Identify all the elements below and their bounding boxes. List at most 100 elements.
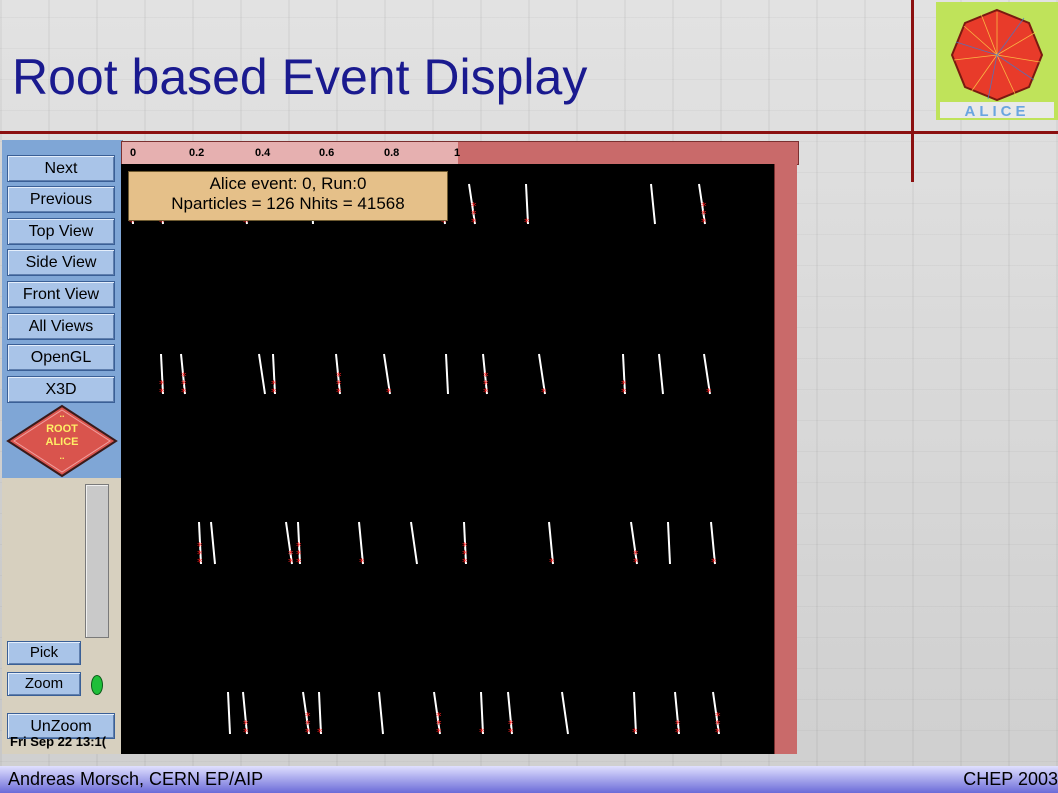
hit-marker: * [271, 378, 277, 391]
particle-track [410, 521, 418, 565]
ruler-tick-0-8: 0.8 [384, 147, 400, 159]
particle-track: *** [433, 691, 442, 739]
ruler-tick-0: 0 [130, 147, 137, 159]
ruler-tick-0-6: 0.6 [319, 147, 335, 159]
ruler-scale-area: 0 0.2 0.4 0.6 0.8 1 [122, 142, 461, 164]
pick-button[interactable]: Pick [7, 641, 81, 665]
ruler-tick-0-2: 0.2 [189, 147, 205, 159]
particle-track: *** [197, 521, 203, 569]
particle-track [258, 353, 266, 395]
particle-track: *** [296, 521, 302, 569]
root-logo-dots-bottom: .. [59, 451, 64, 461]
particle-track: ** [674, 691, 681, 739]
side-view-button[interactable]: Side View [7, 249, 115, 276]
particle-track: *** [335, 353, 342, 399]
root-logo-dots-top: .. [59, 409, 64, 419]
hit-marker: * [436, 710, 442, 723]
horizontal-ruler-scrollbar[interactable]: 0 0.2 0.4 0.6 0.8 1 [121, 141, 799, 165]
particle-track: * [317, 691, 323, 739]
particle-track [650, 183, 656, 225]
particle-track: * [358, 521, 365, 569]
alice-logo: ALICE [936, 2, 1058, 120]
control-panel: Next Previous Top View Side View Front V… [2, 140, 123, 754]
next-button[interactable]: Next [7, 155, 115, 182]
root-alice-logo-button[interactable]: .. ROOT ALICE .. [6, 404, 118, 478]
hit-marker: * [288, 548, 294, 561]
hit-marker: * [632, 726, 638, 739]
particle-track: *** [302, 691, 311, 739]
footer-author: Andreas Morsch, CERN EP/AIP [8, 769, 264, 789]
particle-track: * [632, 691, 638, 739]
particle-track: * [383, 353, 392, 399]
x3d-button[interactable]: X3D [7, 376, 115, 403]
hit-marker: * [336, 370, 342, 383]
hit-marker: * [706, 386, 712, 399]
particle-track: *** [180, 353, 187, 399]
zoom-slider[interactable] [85, 484, 109, 638]
datestamp: Fri Sep 22 13:1( [10, 734, 107, 749]
particle-track: ** [630, 521, 639, 569]
hit-marker: * [621, 378, 627, 391]
particle-track [658, 353, 664, 395]
hit-marker: * [359, 556, 365, 569]
event-info-line2: Nparticles = 126 Nhits = 41568 [171, 194, 405, 213]
hit-marker: * [462, 540, 468, 553]
vertical-scrollbar[interactable] [774, 164, 797, 754]
hit-marker: * [508, 718, 514, 731]
particle-track: ** [159, 353, 165, 399]
top-view-button[interactable]: Top View [7, 218, 115, 245]
all-views-button[interactable]: All Views [7, 313, 115, 340]
hit-marker: * [159, 378, 165, 391]
track-view: * * * * **** ************** **** ************ **… [129, 183, 721, 739]
particle-track: * [548, 521, 555, 569]
hit-marker: * [715, 710, 721, 723]
hit-marker: * [633, 548, 639, 561]
particle-track: * [538, 353, 547, 399]
particle-track [667, 521, 671, 565]
particle-track: *** [482, 353, 489, 399]
hit-marker: * [243, 718, 249, 731]
particle-track: * [710, 521, 717, 569]
particle-track: *** [712, 691, 721, 739]
slide-footer: Andreas Morsch, CERN EP/AIP CHEP 2003 [0, 766, 1058, 793]
zoom-button[interactable]: Zoom [7, 672, 81, 696]
particle-track [561, 691, 569, 735]
particle-track [210, 521, 216, 565]
hit-marker: * [197, 540, 203, 553]
hit-marker: * [305, 710, 311, 723]
particle-track: ** [242, 691, 249, 739]
footer-conference: CHEP 2003 [963, 769, 1058, 789]
event-info-box: Alice event: 0, Run:0 Nparticles = 126 N… [128, 171, 448, 221]
hit-marker: * [483, 370, 489, 383]
opengl-button[interactable]: OpenGL [7, 344, 115, 371]
event-display-canvas[interactable]: * * * * * * * * * * * * * * * * * * * * * * * * * * * * * * * * * * * * * * * *… [121, 164, 774, 754]
previous-button[interactable]: Previous [7, 186, 115, 213]
logo-text: ALICE [965, 103, 1030, 120]
root-logo-root: ROOT [46, 423, 78, 435]
slide-title: Root based Event Display [12, 49, 588, 105]
hit-marker: * [181, 370, 187, 383]
particle-track: * [479, 691, 485, 739]
hit-marker: * [549, 556, 555, 569]
hit-marker: * [386, 386, 392, 399]
front-view-button[interactable]: Front View [7, 281, 115, 308]
particle-track: ** [621, 353, 627, 399]
hit-marker: * [296, 540, 302, 553]
title-rule-horizontal [0, 131, 1058, 134]
ruler-tick-1: 1 [454, 147, 461, 159]
hit-marker: * [701, 200, 707, 213]
hit-marker: * [675, 718, 681, 731]
particle-track: * [703, 353, 712, 399]
hit-marker: * [471, 200, 477, 213]
particle-track: *** [462, 521, 468, 569]
particle-track: ** [271, 353, 277, 399]
hit-marker: * [541, 386, 547, 399]
particle-track: *** [698, 183, 707, 229]
hit-marker: * [479, 726, 485, 739]
ruler-tick-0-4: 0.4 [255, 147, 271, 159]
hit-marker: * [524, 216, 530, 229]
zoom-indicator-light [91, 675, 103, 695]
hit-marker: * [711, 556, 717, 569]
event-info-line1: Alice event: 0, Run:0 [209, 174, 367, 193]
particle-track: ** [285, 521, 294, 569]
